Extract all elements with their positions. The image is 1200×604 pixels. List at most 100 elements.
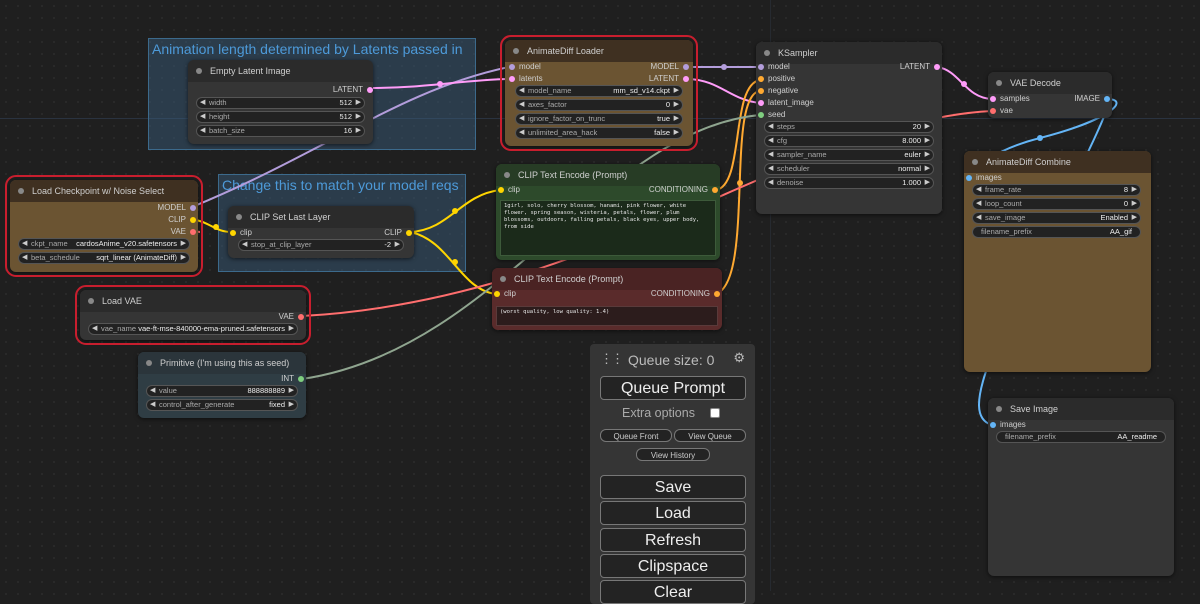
input-positive[interactable]: positive [758, 73, 795, 85]
node-title[interactable]: Empty Latent Image [188, 60, 373, 82]
beta-schedule-combo[interactable]: ◀ beta_schedule sqrt_linear (AnimateDiff) ▶ [18, 252, 190, 264]
collapse-dot-icon[interactable] [996, 80, 1002, 86]
output-model[interactable]: MODEL [651, 61, 690, 73]
load-button[interactable]: Load [600, 501, 746, 525]
collapse-dot-icon[interactable] [196, 68, 202, 74]
collapse-dot-icon[interactable] [996, 406, 1002, 412]
input-vae[interactable]: vae [990, 105, 1013, 117]
model-name-combo[interactable]: ◀ model_name mm_sd_v14.ckpt ▶ [515, 85, 683, 97]
node-title[interactable]: AnimateDiff Combine [964, 151, 1151, 173]
queue-prompt-button[interactable]: Queue Prompt [600, 376, 746, 400]
input-clip[interactable]: clip [230, 227, 252, 239]
save-button[interactable]: Save [600, 475, 746, 499]
denoise-widget[interactable]: ◀ denoise 1.000 ▶ [764, 177, 934, 189]
prompt-textarea[interactable]: 1girl, solo, cherry blossom, hanami, pin… [500, 200, 716, 256]
input-seed[interactable]: seed [758, 109, 785, 121]
input-model[interactable]: model [758, 61, 790, 73]
node-ksampler[interactable]: KSampler model positive negative latent_… [756, 42, 942, 214]
node-title[interactable]: VAE Decode [988, 72, 1112, 94]
collapse-dot-icon[interactable] [500, 276, 506, 282]
collapse-dot-icon[interactable] [972, 159, 978, 165]
stop-at-clip-layer-widget[interactable]: ◀ stop_at_clip_layer -2 ▶ [238, 239, 404, 251]
node-title[interactable]: CLIP Set Last Layer [228, 206, 414, 228]
node-clip-set-last-layer[interactable]: CLIP Set Last Layer clip CLIP ◀ stop_at_c… [228, 206, 414, 258]
collapse-dot-icon[interactable] [764, 50, 770, 56]
filename-prefix-input[interactable]: filename_prefix AA_readme [996, 431, 1166, 443]
node-title[interactable]: AnimateDiff Loader [505, 40, 693, 62]
node-title[interactable]: Save Image [988, 398, 1174, 420]
node-primitive[interactable]: Primitive (I'm using this as seed) INT ◀… [138, 352, 306, 418]
node-save-image[interactable]: Save Image images filename_prefix AA_read… [988, 398, 1174, 576]
node-load-vae[interactable]: Load VAE VAE ◀ vae_name vae-ft-mse-840000-… [75, 285, 311, 345]
output-conditioning[interactable]: CONDITIONING [649, 184, 719, 196]
input-latents[interactable]: latents [509, 73, 543, 85]
input-clip[interactable]: clip [498, 184, 520, 196]
extra-options-checkbox[interactable] [710, 408, 720, 418]
height-widget[interactable]: ◀ height 512 ▶ [196, 111, 365, 123]
collapse-dot-icon[interactable] [146, 360, 152, 366]
ignore-factor-toggle[interactable]: ◀ ignore_factor_on_trunc true ▶ [515, 113, 683, 125]
node-vae-decode[interactable]: VAE Decode samples vae IMAGE [988, 72, 1112, 118]
node-clip-text-encode-negative[interactable]: CLIP Text Encode (Prompt) clip CONDITION… [492, 268, 722, 330]
input-negative[interactable]: negative [758, 85, 798, 97]
value-widget[interactable]: ◀ value 888888889 ▶ [146, 385, 298, 397]
output-vae[interactable]: VAE [171, 226, 197, 238]
node-empty-latent-image[interactable]: Empty Latent Image LATENT ◀ width 512 ▶ ◀ he… [188, 60, 374, 144]
input-latent-image[interactable]: latent_image [758, 97, 814, 109]
save-image-combo[interactable]: ◀ save_image Enabled ▶ [972, 212, 1141, 224]
output-int[interactable]: INT [281, 373, 304, 385]
batch-size-widget[interactable]: ◀ batch_size 16 ▶ [196, 125, 365, 137]
view-queue-button[interactable]: View Queue [674, 429, 746, 442]
node-title[interactable]: Primitive (I'm using this as seed) [138, 352, 306, 374]
cfg-widget[interactable]: ◀ cfg 8.000 ▶ [764, 135, 934, 147]
gear-icon[interactable]: ⚙ [733, 350, 745, 366]
unlimited-area-toggle[interactable]: ◀ unlimited_area_hack false ▶ [515, 127, 683, 139]
queue-front-button[interactable]: Queue Front [600, 429, 672, 442]
clipspace-button[interactable]: Clipspace [600, 554, 746, 578]
sampler-name-combo[interactable]: ◀ sampler_name euler ▶ [764, 149, 934, 161]
filename-prefix-input[interactable]: filename_prefix AA_gif [972, 226, 1141, 238]
input-model[interactable]: model [509, 61, 541, 73]
output-clip[interactable]: CLIP [384, 227, 412, 239]
output-clip[interactable]: CLIP [168, 214, 196, 226]
collapse-dot-icon[interactable] [88, 298, 94, 304]
scheduler-combo[interactable]: ◀ scheduler normal ▶ [764, 163, 934, 175]
collapse-dot-icon[interactable] [513, 48, 519, 54]
refresh-button[interactable]: Refresh [600, 528, 746, 552]
output-model[interactable]: MODEL [158, 202, 197, 214]
width-widget[interactable]: ◀ width 512 ▶ [196, 97, 365, 109]
drag-handle-icon[interactable]: ⋮⋮ [600, 351, 624, 367]
output-latent[interactable]: LATENT [649, 73, 690, 85]
clear-button[interactable]: Clear [600, 580, 746, 604]
collapse-dot-icon[interactable] [18, 188, 24, 194]
output-image[interactable]: IMAGE [1074, 93, 1110, 105]
input-samples[interactable]: samples [990, 93, 1030, 105]
loop-count-widget[interactable]: ◀ loop_count 0 ▶ [972, 198, 1141, 210]
output-latent[interactable]: LATENT [333, 84, 374, 96]
frame-rate-widget[interactable]: ◀ frame_rate 8 ▶ [972, 184, 1141, 196]
ckpt-name-combo[interactable]: ◀ ckpt_name cardosAnime_v20.safetensors ▶ [18, 238, 190, 250]
collapse-dot-icon[interactable] [236, 214, 242, 220]
vae-name-combo[interactable]: ◀ vae_name vae-ft-mse-840000-ema-pruned.sa… [88, 323, 298, 335]
input-clip[interactable]: clip [494, 288, 516, 300]
input-images[interactable]: images [990, 419, 1026, 431]
node-clip-text-encode-positive[interactable]: CLIP Text Encode (Prompt) clip CONDITION… [496, 164, 720, 260]
control-after-generate-combo[interactable]: ◀ control_after_generate fixed ▶ [146, 399, 298, 411]
output-conditioning[interactable]: CONDITIONING [651, 288, 721, 300]
node-title[interactable]: Load Checkpoint w/ Noise Select [10, 180, 198, 202]
node-title[interactable]: CLIP Text Encode (Prompt) [496, 164, 720, 186]
node-animatediff-loader[interactable]: AnimateDiff Loader model latents MODEL L… [500, 35, 698, 151]
node-load-checkpoint[interactable]: Load Checkpoint w/ Noise Select MODEL CL… [5, 175, 203, 277]
output-vae[interactable]: VAE [279, 311, 305, 323]
view-history-button[interactable]: View History [636, 448, 710, 461]
node-title[interactable]: Load VAE [80, 290, 306, 312]
steps-widget[interactable]: ◀ steps 20 ▶ [764, 121, 934, 133]
prompt-textarea[interactable]: (worst quality, low quality: 1.4) [496, 306, 718, 326]
decrement-arrow-icon: ◀ [768, 137, 774, 144]
axes-factor-widget[interactable]: ◀ axes_factor 0 ▶ [515, 99, 683, 111]
input-images[interactable]: images [966, 172, 1002, 184]
output-latent[interactable]: LATENT [900, 61, 941, 73]
node-title[interactable]: CLIP Text Encode (Prompt) [492, 268, 722, 290]
node-animatediff-combine[interactable]: AnimateDiff Combine images ◀ frame_rate 8 ▶… [964, 151, 1151, 372]
collapse-dot-icon[interactable] [504, 172, 510, 178]
